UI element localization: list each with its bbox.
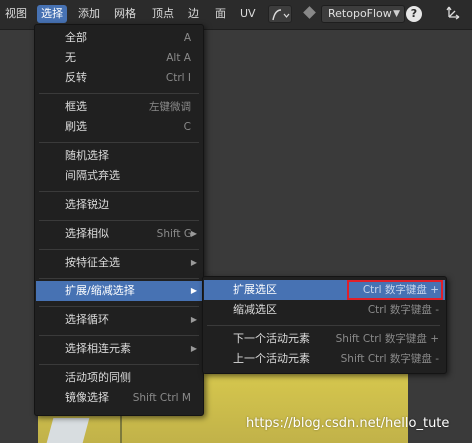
tab-uv[interactable]: UV: [236, 5, 260, 23]
menu-item-select-mirror[interactable]: 镜像选择 Shift Ctrl M: [36, 388, 202, 408]
menu-item-select-none[interactable]: 无 Alt A: [36, 48, 202, 68]
watermark: https://blog.csdn.net/hello_tute: [246, 416, 450, 431]
retopoflow-dropdown[interactable]: RetopoFlow ▼: [321, 5, 405, 23]
menu-item-label: 随机选择: [65, 149, 109, 162]
addon-diamond-icon: [303, 6, 316, 19]
menu-item-select-all[interactable]: 全部 A: [36, 28, 202, 48]
menu-item-shortcut: Ctrl I: [165, 72, 191, 84]
menu-item-label: 选择循环: [65, 313, 109, 326]
menu-item-label: 全部: [65, 31, 87, 44]
menu-item-label: 反转: [65, 71, 87, 84]
menu-separator: [39, 306, 199, 307]
submenu-arrow-icon: ▶: [190, 258, 197, 267]
menu-separator: [207, 325, 440, 326]
menu-item-label: 选择锐边: [65, 198, 109, 211]
select-menu: 全部 A 无 Alt A 反转 Ctrl I 框选 左键微调 刷选 C 随机选择…: [34, 24, 204, 416]
menu-item-label: 活动项的同侧: [65, 371, 131, 384]
menu-item-label: 刷选: [65, 120, 87, 133]
menu-item-label: 框选: [65, 100, 87, 113]
submenu-item-shortcut: Shift Ctrl 数字键盘 -: [340, 353, 439, 365]
menu-separator: [39, 364, 199, 365]
tab-vertex[interactable]: 顶点: [148, 5, 178, 23]
shortcut-highlight-box: [347, 280, 443, 300]
menu-separator: [39, 249, 199, 250]
chevron-down-icon: ▼: [393, 9, 400, 19]
submenu-item-select-less[interactable]: 缩减选区 Ctrl 数字键盘 -: [204, 300, 445, 320]
menu-item-select-random[interactable]: 随机选择: [36, 146, 202, 166]
menu-separator: [39, 191, 199, 192]
proportional-falloff-button[interactable]: [268, 5, 292, 23]
help-icon[interactable]: ?: [406, 6, 422, 22]
menu-item-shortcut: A: [183, 32, 191, 44]
menu-item-shortcut: Alt A: [166, 52, 191, 64]
submenu-item-label: 缩减选区: [233, 303, 277, 316]
menu-separator: [39, 278, 199, 279]
tab-add[interactable]: 添加: [74, 5, 104, 23]
menu-separator: [39, 93, 199, 94]
menu-item-select-sharp-edges[interactable]: 选择锐边: [36, 195, 202, 215]
menu-item-shortcut: C: [183, 121, 191, 133]
submenu-item-label: 扩展选区: [233, 283, 277, 296]
retopoflow-label: RetopoFlow: [328, 7, 392, 20]
tab-edge[interactable]: 边: [184, 5, 203, 23]
menu-item-select-linked[interactable]: 选择相连元素 ▶: [36, 339, 202, 359]
submenu-arrow-icon: ▶: [190, 344, 197, 353]
submenu-arrow-icon: ▶: [190, 229, 197, 238]
menu-item-label: 选择相连元素: [65, 342, 131, 355]
falloff-curve-icon: [272, 9, 290, 21]
menu-item-label: 镜像选择: [65, 391, 109, 404]
menu-item-select-all-by-trait[interactable]: 按特征全选 ▶: [36, 253, 202, 273]
submenu-arrow-icon: ▶: [190, 286, 197, 295]
submenu-item-select-next-active[interactable]: 下一个活动元素 Shift Ctrl 数字键盘 +: [204, 329, 445, 349]
submenu-item-label: 上一个活动元素: [233, 352, 310, 365]
submenu-arrow-icon: ▶: [190, 315, 197, 324]
submenu-item-shortcut: Shift Ctrl 数字键盘 +: [335, 333, 439, 345]
submenu-item-shortcut: Ctrl 数字键盘 -: [367, 304, 439, 316]
menu-item-box-select[interactable]: 框选 左键微调: [36, 97, 202, 117]
menu-item-select-more-less[interactable]: 扩展/缩减选择 ▶: [36, 281, 202, 301]
menu-item-checker-deselect[interactable]: 间隔式弃选: [36, 166, 202, 186]
menu-item-select-loops[interactable]: 选择循环 ▶: [36, 310, 202, 330]
tab-face[interactable]: 面: [211, 5, 230, 23]
menu-item-label: 扩展/缩减选择: [65, 284, 135, 297]
tab-select[interactable]: 选择: [37, 5, 67, 23]
transform-arrows-icon[interactable]: [446, 5, 466, 23]
menu-item-invert[interactable]: 反转 Ctrl I: [36, 68, 202, 88]
menu-item-label: 选择相似: [65, 227, 109, 240]
mesh-face-highlight: [46, 418, 90, 443]
menu-item-label: 按特征全选: [65, 256, 120, 269]
menu-item-select-similar[interactable]: 选择相似 Shift G ▶: [36, 224, 202, 244]
menu-item-label: 间隔式弃选: [65, 169, 120, 182]
menu-separator: [39, 142, 199, 143]
tab-view[interactable]: 视图: [1, 5, 31, 23]
menu-item-select-side-of-active[interactable]: 活动项的同侧: [36, 368, 202, 388]
menu-separator: [39, 335, 199, 336]
tab-mesh[interactable]: 网格: [110, 5, 140, 23]
menu-item-shortcut: Shift Ctrl M: [132, 392, 191, 404]
menu-separator: [39, 220, 199, 221]
menu-item-shortcut: 左键微调: [149, 101, 191, 113]
menu-item-shortcut: Shift G: [156, 228, 192, 240]
menu-item-circle-select[interactable]: 刷选 C: [36, 117, 202, 137]
submenu-item-label: 下一个活动元素: [233, 332, 310, 345]
submenu-item-select-prev-active[interactable]: 上一个活动元素 Shift Ctrl 数字键盘 -: [204, 349, 445, 369]
menu-item-label: 无: [65, 51, 76, 64]
